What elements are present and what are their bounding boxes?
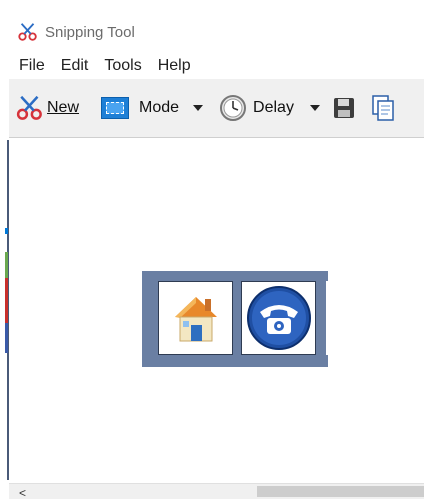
toolbar: New Mode Delay <box>9 79 424 138</box>
menu-file[interactable]: File <box>9 57 53 75</box>
edge-accent-green <box>5 252 8 278</box>
snipping-tool-window: Snipping Tool File Edit Tools Help New M… <box>0 0 424 500</box>
delay-button[interactable]: Delay <box>215 88 332 128</box>
copy-icon <box>372 95 394 121</box>
left-window-edge <box>0 0 9 498</box>
telephone-tile <box>241 281 316 355</box>
menu-bar: File Edit Tools Help <box>9 54 424 78</box>
scissors-icon <box>18 23 37 41</box>
rectangle-snip-icon <box>101 97 130 119</box>
delay-label: Delay <box>253 99 294 116</box>
window-title: Snipping Tool <box>45 23 135 41</box>
mode-button[interactable]: Mode <box>97 88 215 128</box>
mode-label: Mode <box>139 99 180 116</box>
delay-dropdown-arrow-icon[interactable] <box>309 105 320 111</box>
menu-tools[interactable]: Tools <box>96 57 149 75</box>
edge-accent-blue <box>5 228 8 234</box>
edge-accent-navy <box>5 323 8 353</box>
save-button[interactable] <box>328 88 360 128</box>
scroll-thumb[interactable] <box>257 486 424 497</box>
new-button[interactable]: New <box>11 88 83 128</box>
house-icon <box>174 297 217 342</box>
title-bar[interactable]: Snipping Tool <box>9 15 424 49</box>
snip-right-edge <box>326 281 328 355</box>
menu-edit[interactable]: Edit <box>53 57 97 75</box>
captured-snip <box>142 271 328 367</box>
mode-dropdown-arrow-icon[interactable] <box>193 105 204 111</box>
floppy-disk-icon <box>333 98 354 118</box>
new-label: New <box>47 99 80 116</box>
house-tile <box>158 281 233 355</box>
copy-button[interactable] <box>368 88 398 128</box>
scissors-icon <box>16 95 42 120</box>
menu-help[interactable]: Help <box>150 57 199 75</box>
edge-accent-red <box>5 278 8 323</box>
clock-icon <box>220 95 247 121</box>
telephone-icon <box>246 286 311 350</box>
horizontal-scrollbar[interactable]: < <box>9 483 424 500</box>
snip-canvas <box>9 138 424 483</box>
